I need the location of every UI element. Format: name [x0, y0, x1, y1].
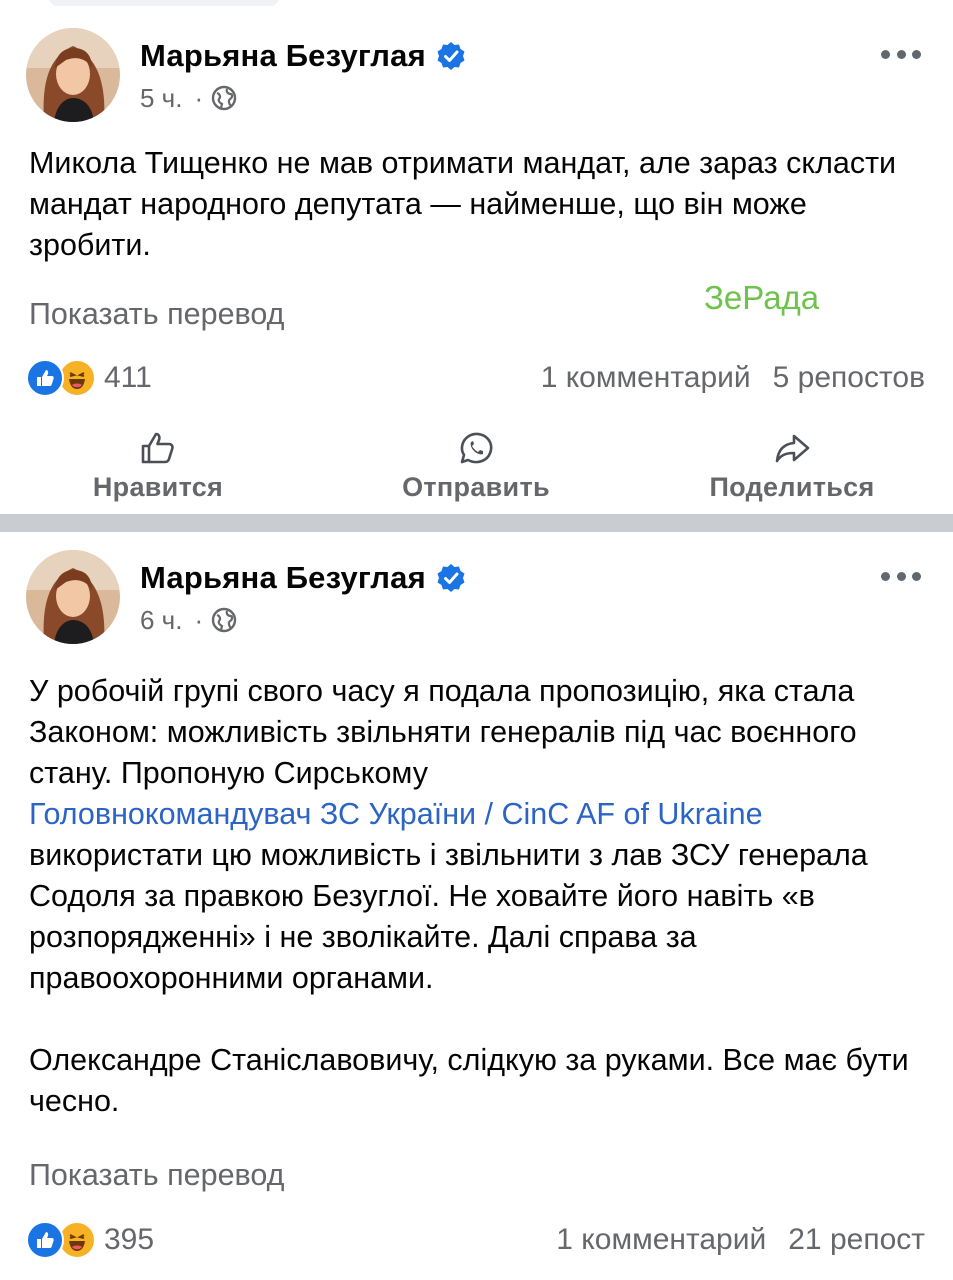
- whatsapp-icon: [456, 428, 496, 468]
- avatar[interactable]: [26, 28, 120, 122]
- post-text: У робочій групі свого часу я подала проп…: [29, 671, 929, 1122]
- show-translation-link[interactable]: Показать перевод: [29, 297, 284, 332]
- shares-count[interactable]: 21 репост: [788, 1223, 925, 1257]
- like-button[interactable]: Нравится: [38, 428, 278, 503]
- post-text-part-1: У робочій групі свого часу я подала проп…: [29, 674, 866, 790]
- like-reaction-icon: [26, 359, 64, 397]
- post-2: Марьяна Безуглая 6 ч. · У робочій групі …: [0, 532, 953, 1280]
- post-time[interactable]: 5 ч.: [140, 83, 182, 114]
- post-actions: Нравится Отправить Поделиться: [0, 428, 953, 514]
- like-reaction-icon: [26, 1221, 64, 1259]
- verified-badge-icon: [436, 563, 466, 593]
- post-divider: [0, 514, 953, 532]
- separator-dot: ·: [194, 82, 204, 113]
- like-label: Нравится: [92, 472, 224, 502]
- more-dots-icon[interactable]: [881, 568, 921, 584]
- post-1: Марьяна Безуглая 5 ч. · Микола Тищенко н…: [0, 10, 953, 514]
- globe-icon: [211, 607, 237, 633]
- show-translation-link[interactable]: Показать перевод: [29, 1158, 284, 1193]
- reaction-count: 411: [104, 361, 152, 394]
- reactions-summary[interactable]: 395: [26, 1221, 154, 1259]
- send-label: Отправить: [402, 472, 550, 502]
- post-time[interactable]: 6 ч.: [140, 605, 182, 636]
- shares-count[interactable]: 5 репостов: [773, 361, 925, 395]
- globe-icon: [211, 85, 237, 111]
- post-text: Микола Тищенко не мав отримати мандат, а…: [29, 146, 905, 262]
- author-name[interactable]: Марьяна Безуглая: [140, 38, 426, 74]
- thumbs-up-icon: [138, 428, 178, 468]
- watermark-text: ЗеРада: [704, 279, 820, 316]
- comments-count[interactable]: 1 комментарий: [556, 1223, 766, 1257]
- post-text-part-3: Олександре Станіславовичу, слідкую за ру…: [29, 1043, 918, 1118]
- post-text-part-2: використати цю можливість і звільнити з …: [29, 838, 877, 995]
- post-stats: 411 1 комментарий 5 репостов: [26, 358, 925, 398]
- comments-count[interactable]: 1 комментарий: [541, 361, 751, 395]
- page-mention-link[interactable]: Головнокомандувач ЗС України / CinC AF o…: [29, 797, 763, 831]
- author-name[interactable]: Марьяна Безуглая: [140, 560, 426, 596]
- post-stats: 395 1 комментарий 21 репост: [26, 1220, 925, 1260]
- separator-dot: ·: [194, 604, 204, 635]
- share-arrow-icon: [772, 428, 812, 468]
- avatar[interactable]: [26, 550, 120, 644]
- search-pill: [48, 0, 280, 6]
- share-label: Поделиться: [709, 472, 875, 502]
- reaction-count: 395: [104, 1223, 155, 1256]
- verified-badge-icon: [436, 41, 466, 71]
- share-button[interactable]: Поделиться: [672, 428, 912, 503]
- top-edge: [0, 0, 953, 10]
- send-button[interactable]: Отправить: [356, 428, 596, 503]
- more-dots-icon[interactable]: [881, 46, 921, 62]
- reactions-summary[interactable]: 411: [26, 359, 152, 397]
